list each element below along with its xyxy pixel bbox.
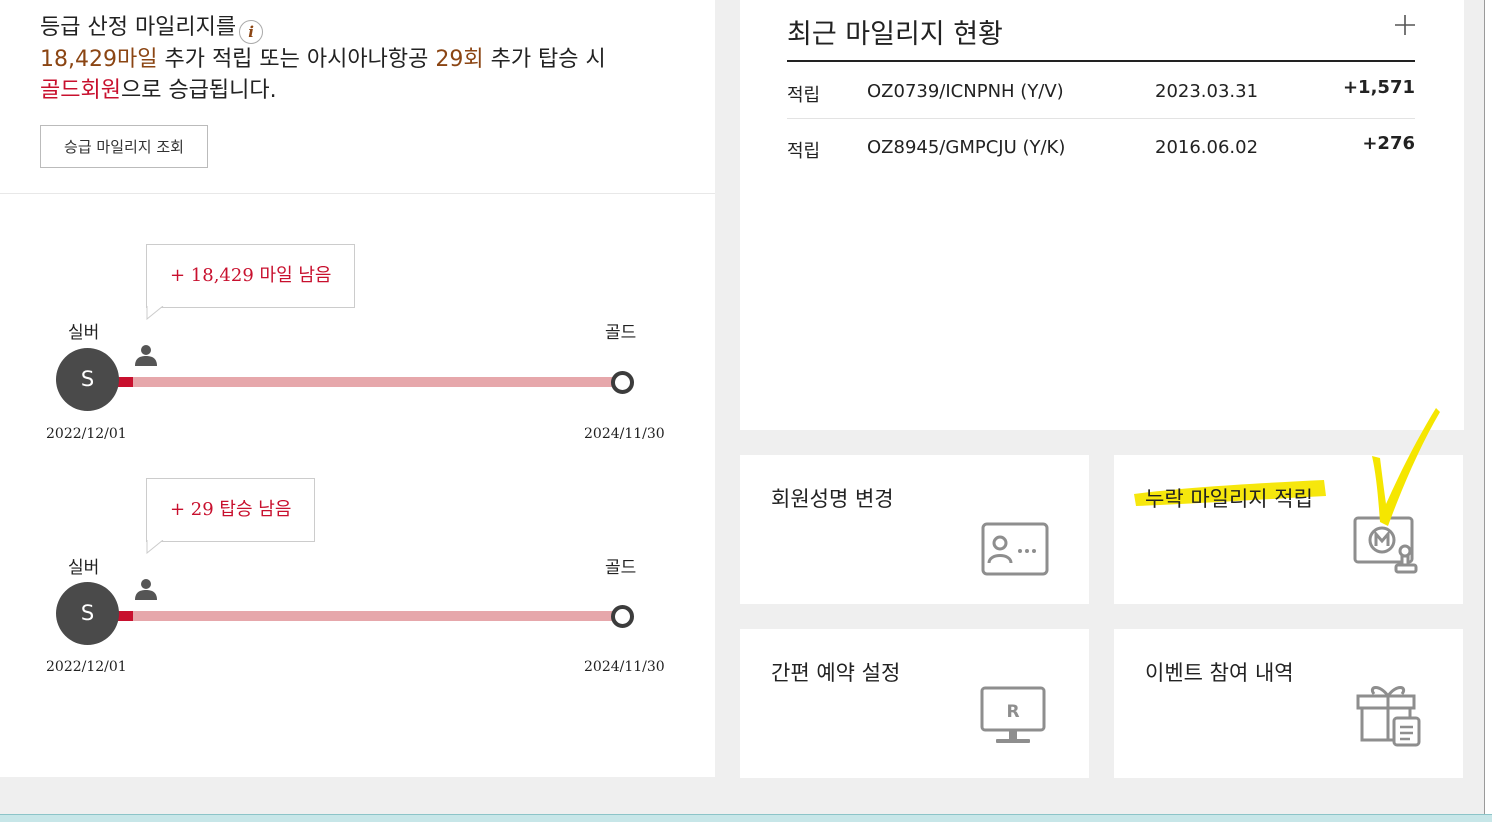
- person-icon: [135, 345, 157, 366]
- current-grade-label: 실버: [68, 323, 100, 343]
- flights-text: 추가 탑승 시: [490, 47, 606, 72]
- tile-label: 이벤트 참여 내역: [1145, 661, 1294, 685]
- quick-booking-settings-tile[interactable]: 간편 예약 설정 R: [740, 629, 1089, 778]
- recent-mileage-title: 최근 마일리지 현황: [787, 19, 1003, 50]
- row-flight: OZ0739/ICNPNH (Y/V): [867, 81, 1064, 102]
- target-grade: 골드회원: [40, 78, 121, 103]
- start-date: 2022/12/01: [46, 426, 127, 442]
- grade-line-1: 등급 산정 마일리지를 i: [40, 12, 606, 44]
- target-grade-label: 골드: [605, 323, 637, 343]
- progress-fill: [118, 611, 133, 621]
- bubble-tail: [146, 540, 164, 554]
- progress-track: [118, 611, 618, 621]
- row-flight: OZ8945/GMPCJU (Y/K): [867, 137, 1066, 158]
- mileage-progress: + 18,429 마일 남음 실버 골드 S 2022/12/01 2024/1…: [0, 244, 715, 454]
- grade-line-3: 골드회원으로 승급됩니다.: [40, 75, 606, 106]
- silver-badge: S: [56, 582, 119, 645]
- row-amount: +1,571: [1342, 77, 1415, 98]
- change-member-name-tile[interactable]: 회원성명 변경: [740, 455, 1089, 604]
- gold-end-marker: [611, 371, 634, 394]
- row-type: 적립: [787, 141, 821, 162]
- event-history-tile[interactable]: 이벤트 참여 내역: [1114, 629, 1463, 778]
- divider: [0, 193, 715, 194]
- progress-fill: [118, 377, 133, 387]
- progress-track: [118, 377, 618, 387]
- member-card-icon: [981, 522, 1049, 576]
- title-underline: [787, 60, 1415, 62]
- row-date: 2016.06.02: [1155, 137, 1259, 158]
- lookup-upgrade-mileage-button[interactable]: 승급 마일리지 조회: [40, 125, 208, 168]
- current-grade-label: 실버: [68, 558, 100, 578]
- start-date: 2022/12/01: [46, 659, 127, 675]
- tile-label: 누락 마일리지 적립: [1145, 487, 1313, 511]
- gift-icon: [1356, 686, 1421, 747]
- silver-badge: S: [56, 348, 119, 411]
- promo-text: 으로 승급됩니다.: [120, 78, 277, 103]
- grade-line-2: 18,429마일 추가 적립 또는 아시아나항공 29회 추가 탑승 시: [40, 44, 606, 75]
- mileage-row: 적립 OZ0739/ICNPNH (Y/V) 2023.03.31 +1,571: [787, 63, 1415, 119]
- end-date: 2024/11/30: [584, 426, 665, 442]
- remaining-bubble: + 29 탑승 남음: [146, 478, 316, 542]
- remaining-flights: 29회: [435, 47, 484, 72]
- person-icon: [135, 579, 157, 600]
- tile-label: 간편 예약 설정: [771, 661, 901, 685]
- footer-strip: [0, 814, 1492, 822]
- mileage-row: 적립 OZ8945/GMPCJU (Y/K) 2016.06.02 +276: [787, 119, 1415, 175]
- monitor-r-icon: R: [980, 686, 1046, 743]
- bubble-tail: [146, 306, 164, 320]
- row-type: 적립: [787, 85, 821, 106]
- scrollbar-edge: [1484, 0, 1492, 814]
- row-amount: +276: [1362, 133, 1415, 154]
- end-date: 2024/11/30: [584, 659, 665, 675]
- flight-progress: + 29 탑승 남음 실버 골드 S 2022/12/01 2024/11/30: [0, 478, 715, 688]
- recent-mileage-panel: 최근 마일리지 현황 적립 OZ0739/ICNPNH (Y/V) 2023.0…: [740, 0, 1464, 430]
- remaining-miles: 18,429마일: [40, 47, 158, 72]
- grade-panel: 등급 산정 마일리지를 i 18,429마일 추가 적립 또는 아시아나항공 29…: [0, 0, 715, 777]
- plus-icon[interactable]: [1394, 14, 1416, 36]
- plus-text: 추가 적립 또는 아시아나항공: [164, 47, 429, 72]
- info-icon[interactable]: i: [239, 20, 264, 44]
- grade-intro: 등급 산정 마일리지를: [40, 15, 237, 40]
- target-grade-label: 골드: [605, 558, 637, 578]
- svg-text:R: R: [1006, 702, 1019, 722]
- gold-end-marker: [611, 605, 634, 628]
- tile-label: 회원성명 변경: [771, 487, 894, 511]
- checkmark-annotation: [1372, 408, 1440, 526]
- remaining-bubble: + 18,429 마일 남음: [146, 244, 356, 308]
- row-date: 2023.03.31: [1155, 81, 1259, 102]
- grade-info: 등급 산정 마일리지를 i 18,429마일 추가 적립 또는 아시아나항공 29…: [40, 12, 606, 106]
